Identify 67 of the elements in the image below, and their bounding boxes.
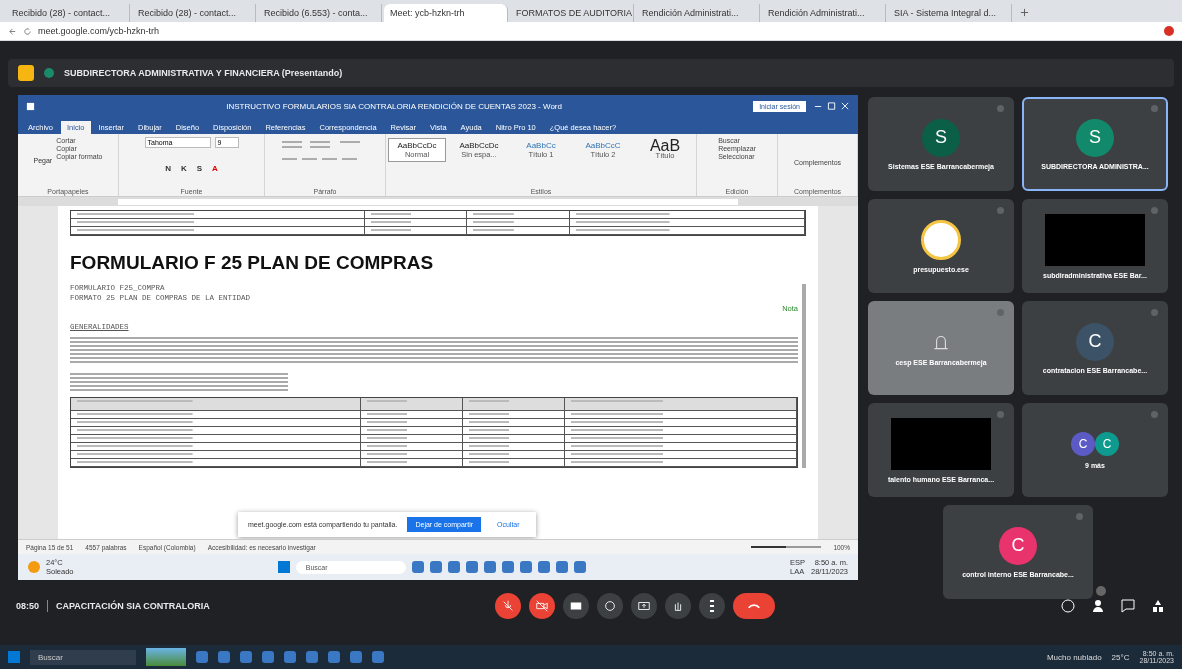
- sun-icon: [28, 561, 40, 573]
- shapes-icon[interactable]: [1150, 598, 1166, 614]
- format-button[interactable]: A: [209, 163, 221, 173]
- taskbar-app-icon[interactable]: [218, 651, 230, 663]
- scenery-icon: [146, 648, 186, 666]
- emoji-button[interactable]: [596, 593, 623, 619]
- taskbar-app-icon[interactable]: [483, 561, 496, 573]
- back-arrow-icon[interactable]: [8, 26, 17, 36]
- format-button[interactable]: S: [193, 163, 206, 173]
- window-title: INSTRUCTIVO FORMULARIOS SIA CONTRALORIA RENDICIÓN DE CUENTAS 2023 - Word: [225, 101, 563, 111]
- hangup-button[interactable]: [732, 593, 775, 619]
- taskbar-app-icon[interactable]: [196, 651, 208, 663]
- document-heading: FORMULARIO F 25 PLAN DE COMPRAS: [70, 252, 435, 274]
- folder-icon: [18, 65, 34, 81]
- avatar-circle: S: [922, 118, 960, 157]
- taskbar-app-icon[interactable]: [262, 651, 274, 663]
- avatar-circle: S: [1076, 118, 1114, 157]
- window-controls-icon[interactable]: [814, 101, 850, 111]
- hand-button[interactable]: [664, 593, 691, 619]
- presenter-label: SUBDIRECTORA ADMINISTRATIVA Y FINANCIERA (Presentando): [64, 68, 343, 78]
- temperature-text: 25°C: [1111, 652, 1130, 662]
- present-button[interactable]: [630, 593, 657, 619]
- logo-avatar-icon: [921, 219, 961, 260]
- taskbar-app-icon[interactable]: [519, 561, 532, 573]
- info-icon[interactable]: [1060, 598, 1076, 614]
- url-field[interactable]: meet.google.com/ycb-hzkn-trh: [38, 26, 1158, 36]
- taskbar-app-icon[interactable]: [306, 651, 318, 663]
- format-button[interactable]: N: [162, 163, 174, 173]
- more-button[interactable]: [698, 593, 725, 619]
- new-tab-icon[interactable]: [1020, 8, 1029, 17]
- present-screen-icon: [636, 599, 651, 613]
- people-icon[interactable]: [1090, 598, 1106, 614]
- emoji-icon: [602, 599, 617, 613]
- chat-icon[interactable]: [1120, 598, 1136, 614]
- taskbar-app-icon[interactable]: [537, 561, 550, 573]
- avatar-circle: C: [1095, 431, 1119, 456]
- taskbar-app-icon[interactable]: [465, 561, 478, 573]
- avatar-circle: C: [1071, 431, 1095, 456]
- mic-button[interactable]: [494, 593, 521, 619]
- taskbar-app-icon[interactable]: [372, 651, 384, 663]
- save-icon[interactable]: [26, 101, 35, 111]
- meeting-title: CAPACITACIÓN SIA CONTRALORIA: [56, 601, 210, 611]
- taskbar-app-icon[interactable]: [429, 561, 442, 573]
- taskbar-app-icon[interactable]: [411, 561, 424, 573]
- badge-dot-icon: [1096, 586, 1106, 596]
- taskbar-app-icon[interactable]: [328, 651, 340, 663]
- avatar-circle: C: [1076, 322, 1114, 361]
- taskbar-app-icon[interactable]: [573, 561, 586, 573]
- windows-logo-icon[interactable]: [277, 561, 290, 573]
- camera-button[interactable]: [528, 593, 555, 619]
- more-icon: [709, 600, 714, 612]
- browser-tab[interactable]: Meet: ycb-hzkn-trh: [384, 4, 508, 22]
- captions-button[interactable]: [562, 593, 589, 619]
- format-button[interactable]: K: [177, 163, 190, 173]
- taskbar-search-field[interactable]: Buscar: [30, 649, 136, 665]
- weather-text: Mucho nublado: [1046, 652, 1102, 662]
- taskbar-app-icon[interactable]: [447, 561, 460, 573]
- reload-icon[interactable]: [23, 26, 32, 36]
- profile-avatar-icon[interactable]: [1164, 26, 1174, 36]
- avatar-circle: C: [999, 526, 1037, 565]
- taskbar-app-icon[interactable]: [555, 561, 568, 573]
- taskbar-app-icon[interactable]: [240, 651, 252, 663]
- camera-icon: [534, 599, 549, 613]
- taskbar-app-icon[interactable]: [284, 651, 296, 663]
- meeting-time: 08:50: [16, 601, 40, 611]
- taskbar-app-icon[interactable]: [501, 561, 514, 573]
- taskbar-app-icon[interactable]: [350, 651, 362, 663]
